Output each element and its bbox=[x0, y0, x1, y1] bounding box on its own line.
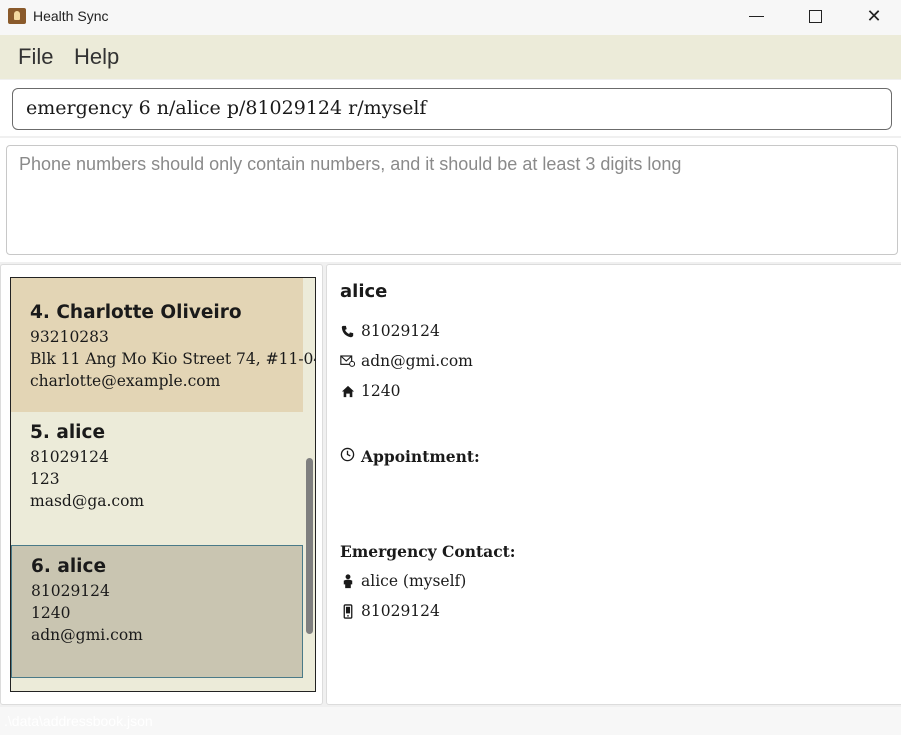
person-card[interactable]: 5. alice 81029124 123 masd@ga.com bbox=[11, 412, 303, 545]
person-card[interactable]: 4. Charlotte Oliveiro 93210283 Blk 11 An… bbox=[11, 278, 316, 412]
data-file-path: .\data\addressbook.json bbox=[4, 713, 153, 729]
app-icon bbox=[8, 8, 26, 24]
person-detail-panel: alice 81029124 adn@gmi.com 1240 Appointm… bbox=[326, 264, 901, 705]
person-card-address: 123 bbox=[30, 470, 60, 488]
mobile-phone-icon bbox=[340, 603, 355, 619]
phone-icon bbox=[340, 324, 355, 339]
emergency-contact-phone: 81029124 bbox=[361, 602, 440, 620]
appointment-label: Appointment: bbox=[361, 447, 480, 466]
detail-address-row: 1240 bbox=[340, 382, 400, 400]
person-card-name: 5. alice bbox=[30, 422, 106, 443]
result-display[interactable]: Phone numbers should only contain number… bbox=[6, 145, 898, 255]
status-bar: .\data\addressbook.json bbox=[0, 707, 901, 735]
detail-phone-row: 81029124 bbox=[340, 322, 440, 340]
menu-file[interactable]: File bbox=[18, 44, 53, 70]
command-box-container: emergency 6 n/alice p/81029124 r/myself bbox=[0, 80, 901, 136]
detail-name: alice bbox=[340, 281, 388, 302]
list-scrollbar[interactable] bbox=[306, 458, 313, 634]
person-card-partial[interactable] bbox=[11, 678, 303, 691]
title-bar: Health Sync ✕ bbox=[0, 0, 901, 35]
detail-address: 1240 bbox=[361, 382, 401, 400]
person-card-selected[interactable]: 6. alice 81029124 1240 adn@gmi.com bbox=[11, 545, 303, 678]
close-button[interactable]: ✕ bbox=[845, 0, 901, 32]
person-card-phone: 81029124 bbox=[31, 582, 110, 600]
person-card-address: 1240 bbox=[31, 604, 71, 622]
mail-icon bbox=[340, 354, 355, 369]
emergency-heading-row: Emergency Contact: bbox=[340, 542, 516, 561]
detail-phone: 81029124 bbox=[361, 322, 440, 340]
person-card-name: 4. Charlotte Oliveiro bbox=[30, 302, 242, 323]
close-icon: ✕ bbox=[866, 5, 882, 27]
emergency-phone-row: 81029124 bbox=[340, 602, 440, 620]
menu-bar: File Help bbox=[0, 35, 901, 79]
person-card-name: 6. alice bbox=[31, 556, 107, 577]
person-card-address: Blk 11 Ang Mo Kio Street 74, #11-04 bbox=[30, 350, 316, 368]
emergency-contact-label: Emergency Contact: bbox=[340, 542, 516, 561]
emergency-name-row: alice (myself) bbox=[340, 572, 466, 590]
window-title: Health Sync bbox=[33, 8, 109, 24]
emergency-contact-name: alice (myself) bbox=[361, 572, 467, 590]
appointment-heading-row: Appointment: bbox=[340, 447, 480, 466]
minimize-icon bbox=[748, 15, 764, 17]
menu-help[interactable]: Help bbox=[74, 44, 119, 70]
detail-email: adn@gmi.com bbox=[361, 352, 473, 370]
maximize-button[interactable] bbox=[786, 0, 844, 32]
person-list-panel: 4. Charlotte Oliveiro 93210283 Blk 11 An… bbox=[0, 264, 323, 705]
person-icon bbox=[340, 573, 355, 589]
minimize-button[interactable] bbox=[727, 0, 785, 32]
result-display-container: Phone numbers should only contain number… bbox=[0, 138, 901, 262]
maximize-icon bbox=[808, 9, 822, 23]
person-list[interactable]: 4. Charlotte Oliveiro 93210283 Blk 11 An… bbox=[10, 277, 316, 692]
detail-email-row: adn@gmi.com bbox=[340, 352, 473, 370]
clock-icon bbox=[340, 447, 355, 466]
person-card-email: charlotte@example.com bbox=[30, 372, 221, 390]
person-card-email: masd@ga.com bbox=[30, 492, 145, 510]
home-icon bbox=[340, 384, 355, 399]
person-card-phone: 93210283 bbox=[30, 328, 109, 346]
person-card-email: adn@gmi.com bbox=[31, 626, 143, 644]
person-card-phone: 81029124 bbox=[30, 448, 109, 466]
command-input[interactable]: emergency 6 n/alice p/81029124 r/myself bbox=[12, 88, 892, 130]
